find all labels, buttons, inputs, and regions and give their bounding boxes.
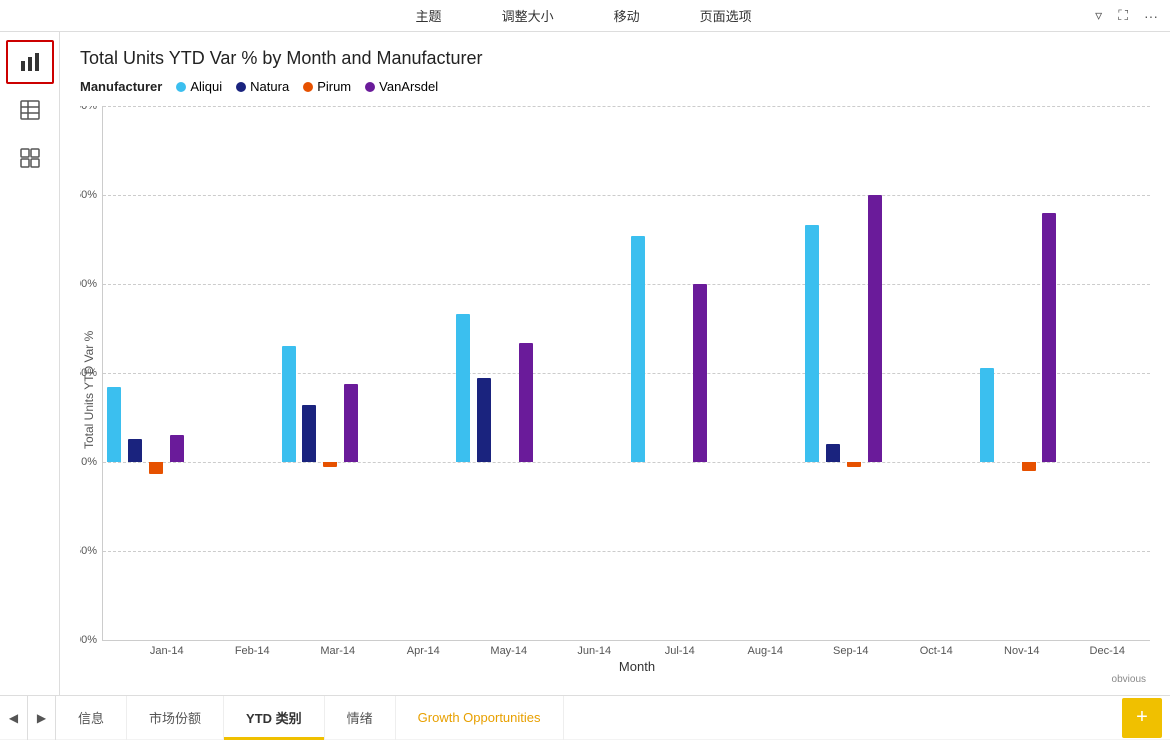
pirum-dot <box>303 82 313 92</box>
sidebar-item-matrix[interactable] <box>6 136 54 180</box>
legend-item-natura: Natura <box>236 79 289 94</box>
natura-label: Natura <box>250 79 289 94</box>
month-group-Mar-14 <box>278 106 365 640</box>
toolbar-sections: 主题 调整大小 移动 页面选项 <box>72 6 1095 25</box>
toolbar-theme[interactable]: 主题 <box>416 6 442 25</box>
aliqui-label: Aliqui <box>190 79 222 94</box>
vanarsdel-label: VanArsdel <box>379 79 438 94</box>
x-label-Mar-14: Mar-14 <box>295 641 381 657</box>
tab-next-button[interactable]: ▶ <box>28 696 56 740</box>
month-group-Oct-14 <box>888 106 975 640</box>
bar-Pirum-Jan-14[interactable] <box>149 462 163 474</box>
toolbar-resize[interactable]: 调整大小 <box>502 6 554 25</box>
tab-market[interactable]: 市场份额 <box>127 696 224 740</box>
x-label-Jun-14: Jun-14 <box>552 641 638 657</box>
chart-title: Total Units YTD Var % by Month and Manuf… <box>80 48 1150 69</box>
toolbar-page-options[interactable]: 页面选项 <box>700 6 752 25</box>
top-toolbar: 主题 调整大小 移动 页面选项 ▿ ⛶ ··· <box>0 0 1170 32</box>
tab-prev-button[interactable]: ◀ <box>0 696 28 740</box>
sidebar-item-bar-chart[interactable] <box>6 40 54 84</box>
x-label-Nov-14: Nov-14 <box>979 641 1065 657</box>
bar-VanArsdel-Jan-14[interactable] <box>170 435 184 462</box>
chart-inner: 200%150%100%50%0%-50%-100% Jan-14Feb-14M… <box>102 106 1150 674</box>
aliqui-dot <box>176 82 186 92</box>
month-group-Jan-14 <box>103 106 190 640</box>
x-axis: Jan-14Feb-14Mar-14Apr-14May-14Jun-14Jul-… <box>124 641 1150 657</box>
x-label-Oct-14: Oct-14 <box>894 641 980 657</box>
scroll-hint: obvious <box>80 674 1150 685</box>
month-group-Feb-14 <box>190 106 277 640</box>
x-label-Apr-14: Apr-14 <box>381 641 467 657</box>
sidebar <box>0 32 60 695</box>
chart-container: Total Units YTD Var % by Month and Manuf… <box>60 32 1170 695</box>
chart-wrapper: Total Units YTD Var % 200%150%100%50%0%-… <box>80 106 1150 674</box>
sidebar-item-table[interactable] <box>6 88 54 132</box>
x-label-Feb-14: Feb-14 <box>210 641 296 657</box>
legend-item-aliqui: Aliqui <box>176 79 222 94</box>
month-group-Jun-14 <box>539 106 626 640</box>
tab-ytd[interactable]: YTD 类别 <box>224 696 325 740</box>
month-group-Sep-14 <box>801 106 888 640</box>
month-group-May-14 <box>452 106 539 640</box>
natura-dot <box>236 82 246 92</box>
legend-label: Manufacturer <box>80 79 162 94</box>
bar-Aliqui-Jan-14[interactable] <box>107 387 121 462</box>
filter-icon[interactable]: ▿ <box>1095 7 1102 24</box>
vanarsdel-dot <box>365 82 375 92</box>
month-group-Apr-14 <box>365 106 452 640</box>
chart-grid: 200%150%100%50%0%-50%-100% <box>102 106 1150 641</box>
bar-Natura-Jan-14[interactable] <box>128 439 142 462</box>
tab-add-button[interactable]: + <box>1122 698 1162 738</box>
x-label-Jan-14: Jan-14 <box>124 641 210 657</box>
x-axis-title: Month <box>124 659 1150 674</box>
tab-bar: ◀ ▶ 信息 市场份额 YTD 类别 情绪 Growth Opportuniti… <box>0 695 1170 739</box>
month-group-Aug-14 <box>714 106 801 640</box>
tab-info[interactable]: 信息 <box>56 696 127 740</box>
legend-item-vanarsdel: VanArsdel <box>365 79 438 94</box>
month-group-Nov-14 <box>976 106 1063 640</box>
month-group-Jul-14 <box>627 106 714 640</box>
month-group-Dec-14 <box>1063 106 1150 640</box>
toolbar-right: ▿ ⛶ ··· <box>1095 7 1158 24</box>
legend: Manufacturer Aliqui Natura Pirum VanArsd… <box>80 79 1150 94</box>
x-label-May-14: May-14 <box>466 641 552 657</box>
tab-growth[interactable]: Growth Opportunities <box>396 696 564 740</box>
x-label-Aug-14: Aug-14 <box>723 641 809 657</box>
pirum-label: Pirum <box>317 79 351 94</box>
more-icon[interactable]: ··· <box>1144 8 1158 24</box>
x-label-Jul-14: Jul-14 <box>637 641 723 657</box>
main-area: Total Units YTD Var % by Month and Manuf… <box>0 32 1170 695</box>
x-label-Dec-14: Dec-14 <box>1065 641 1151 657</box>
expand-icon[interactable]: ⛶ <box>1118 7 1128 24</box>
tab-mood[interactable]: 情绪 <box>325 696 396 740</box>
x-label-Sep-14: Sep-14 <box>808 641 894 657</box>
legend-item-pirum: Pirum <box>303 79 351 94</box>
toolbar-move[interactable]: 移动 <box>614 6 640 25</box>
